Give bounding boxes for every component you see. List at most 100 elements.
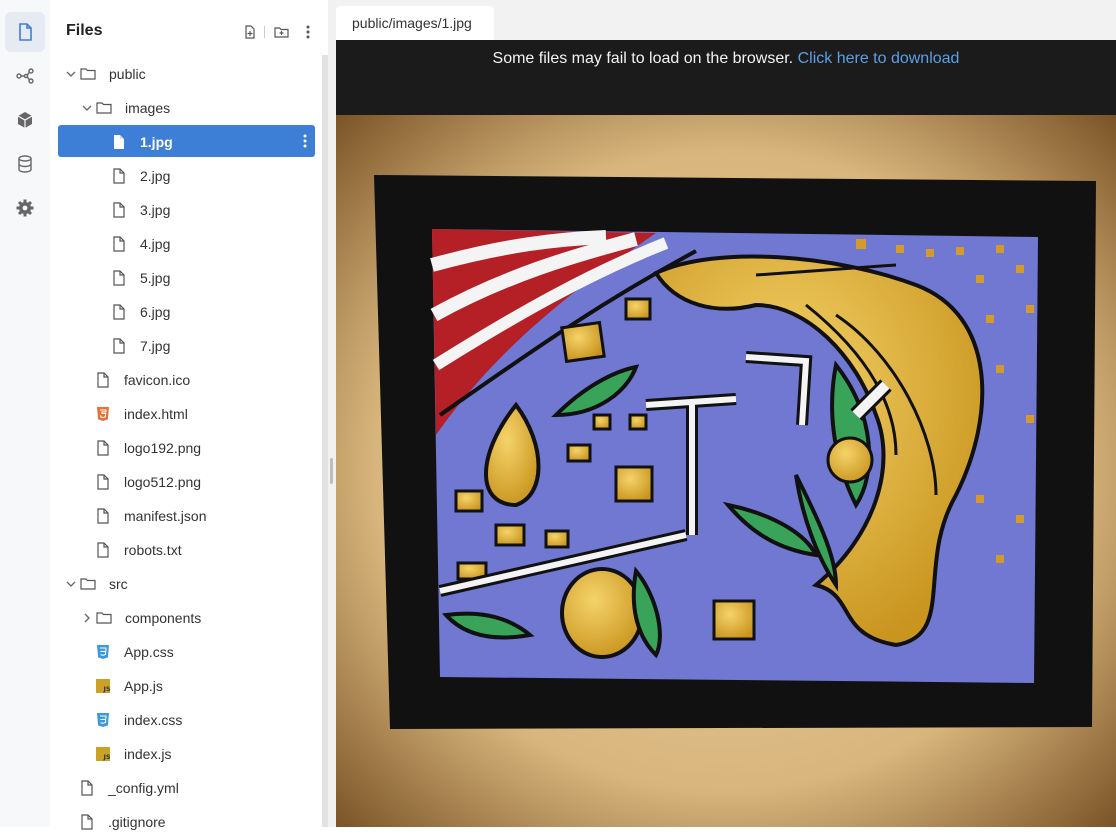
git-graph-nav-button[interactable] bbox=[5, 56, 45, 96]
tree-folder-src[interactable]: src bbox=[50, 567, 322, 601]
tree-item-label: 2.jpg bbox=[140, 168, 171, 184]
tree-file-logo512[interactable]: logo512.png bbox=[50, 465, 322, 499]
tree-file-app-css[interactable]: App.css bbox=[50, 635, 322, 669]
splitter-handle[interactable] bbox=[330, 458, 333, 484]
chevron-down-icon[interactable] bbox=[65, 67, 77, 81]
editor-tab-bar: public/images/1.jpg bbox=[336, 0, 1116, 40]
tree-file-app-js[interactable]: JS App.js bbox=[50, 669, 322, 703]
tree-item-label: manifest.json bbox=[124, 508, 207, 524]
load-warning-text: Some files may fail to load on the brows… bbox=[492, 50, 794, 67]
tree-item-label: App.css bbox=[124, 644, 174, 660]
chevron-right-icon[interactable] bbox=[81, 611, 93, 625]
chevron-down-icon[interactable] bbox=[81, 101, 93, 115]
tree-item-label: favicon.ico bbox=[124, 372, 191, 388]
tree-item-label: public bbox=[109, 66, 146, 82]
new-folder-button[interactable] bbox=[273, 24, 289, 40]
tree-file-4-jpg[interactable]: 4.jpg bbox=[50, 227, 322, 261]
tree-item-label: index.js bbox=[124, 746, 172, 762]
tab-1-jpg[interactable]: public/images/1.jpg bbox=[336, 6, 494, 40]
tree-item-label: 5.jpg bbox=[140, 270, 171, 286]
tree-folder-components[interactable]: components bbox=[50, 601, 322, 635]
more-options-button[interactable] bbox=[300, 24, 316, 40]
image-preview bbox=[336, 115, 1116, 827]
load-warning: Some files may fail to load on the brows… bbox=[336, 50, 1116, 68]
file-icon bbox=[113, 304, 125, 320]
file-icon bbox=[114, 135, 124, 149]
tree-file-robots[interactable]: robots.txt bbox=[50, 533, 322, 567]
file-tree: public images 1.jpg 2.jpg 3.jpg 4.jpg 5.… bbox=[50, 57, 322, 839]
download-link[interactable]: Click here to download bbox=[798, 50, 960, 67]
tree-file-gitignore[interactable]: .gitignore bbox=[50, 805, 322, 839]
tree-item-label: 3.jpg bbox=[140, 202, 171, 218]
package-icon bbox=[17, 112, 33, 128]
tree-item-label: index.css bbox=[124, 712, 183, 728]
folder-icon bbox=[80, 68, 96, 80]
tree-item-label: 1.jpg bbox=[140, 134, 173, 150]
tree-file-config-yml[interactable]: _config.yml bbox=[50, 771, 322, 805]
tree-file-6-jpg[interactable]: 6.jpg bbox=[50, 295, 322, 329]
tree-file-favicon[interactable]: favicon.ico bbox=[50, 363, 322, 397]
header-divider bbox=[264, 26, 265, 38]
tree-item-label: robots.txt bbox=[124, 542, 182, 558]
tree-file-2-jpg[interactable]: 2.jpg bbox=[50, 159, 322, 193]
tree-file-3-jpg[interactable]: 3.jpg bbox=[50, 193, 322, 227]
tree-file-index-css[interactable]: index.css bbox=[50, 703, 322, 737]
tree-item-label: logo192.png bbox=[124, 440, 202, 456]
tree-file-manifest[interactable]: manifest.json bbox=[50, 499, 322, 533]
svg-text:JS: JS bbox=[103, 685, 111, 693]
git-graph-icon bbox=[16, 68, 34, 84]
tree-item-label: images bbox=[125, 100, 171, 116]
file-explorer-title: Files bbox=[66, 22, 103, 39]
database-nav-button[interactable] bbox=[5, 144, 45, 184]
tree-file-7-jpg[interactable]: 7.jpg bbox=[50, 329, 322, 363]
css3-icon bbox=[97, 645, 109, 659]
file-icon bbox=[81, 780, 93, 796]
tree-item-label: .gitignore bbox=[108, 814, 166, 830]
folder-icon bbox=[96, 612, 112, 624]
file-icon bbox=[97, 542, 109, 558]
tree-file-5-jpg[interactable]: 5.jpg bbox=[50, 261, 322, 295]
settings-nav-button[interactable] bbox=[5, 188, 45, 228]
chevron-down-icon[interactable] bbox=[65, 577, 77, 591]
file-icon bbox=[113, 202, 125, 218]
javascript-icon: JS bbox=[96, 747, 111, 761]
tree-file-index-html[interactable]: index.html bbox=[50, 397, 322, 431]
folder-icon bbox=[96, 102, 112, 114]
new-file-icon bbox=[245, 25, 255, 39]
css3-icon bbox=[97, 713, 109, 727]
packages-nav-button[interactable] bbox=[5, 100, 45, 140]
file-icon bbox=[97, 372, 109, 388]
panel-splitter[interactable] bbox=[328, 0, 336, 827]
file-icon bbox=[113, 270, 125, 286]
file-icon bbox=[113, 338, 125, 354]
tree-folder-public[interactable]: public bbox=[50, 57, 322, 91]
tree-item-label: App.js bbox=[124, 678, 163, 694]
more-vertical-icon[interactable] bbox=[302, 133, 308, 149]
file-explorer: Files public images 1.jpg 2.jpg 3.jpg 4.… bbox=[50, 0, 322, 830]
tree-item-label: components bbox=[125, 610, 202, 626]
file-icon bbox=[81, 814, 93, 830]
tree-file-index-js[interactable]: JS index.js bbox=[50, 737, 322, 771]
file-explorer-header: Files bbox=[50, 0, 322, 60]
selection-highlight bbox=[58, 125, 315, 157]
files-nav-button[interactable] bbox=[5, 12, 45, 52]
javascript-icon: JS bbox=[96, 679, 111, 693]
tree-item-label: logo512.png bbox=[124, 474, 202, 490]
gear-icon bbox=[16, 199, 34, 217]
new-file-button[interactable] bbox=[242, 24, 258, 40]
html5-icon bbox=[97, 407, 109, 421]
tree-folder-images[interactable]: images bbox=[50, 91, 322, 125]
image-viewer: Some files may fail to load on the brows… bbox=[336, 40, 1116, 827]
new-folder-icon bbox=[273, 27, 289, 38]
folder-icon bbox=[80, 578, 96, 590]
database-icon bbox=[18, 155, 32, 173]
file-icon bbox=[113, 236, 125, 252]
tree-item-label: 7.jpg bbox=[140, 338, 171, 354]
tree-file-logo192[interactable]: logo192.png bbox=[50, 431, 322, 465]
file-icon bbox=[97, 508, 109, 524]
tree-item-label: 6.jpg bbox=[140, 304, 171, 320]
file-icon bbox=[97, 474, 109, 490]
file-icon bbox=[113, 168, 125, 184]
tree-item-label: src bbox=[109, 576, 128, 592]
tree-file-1-jpg[interactable]: 1.jpg bbox=[50, 125, 322, 159]
